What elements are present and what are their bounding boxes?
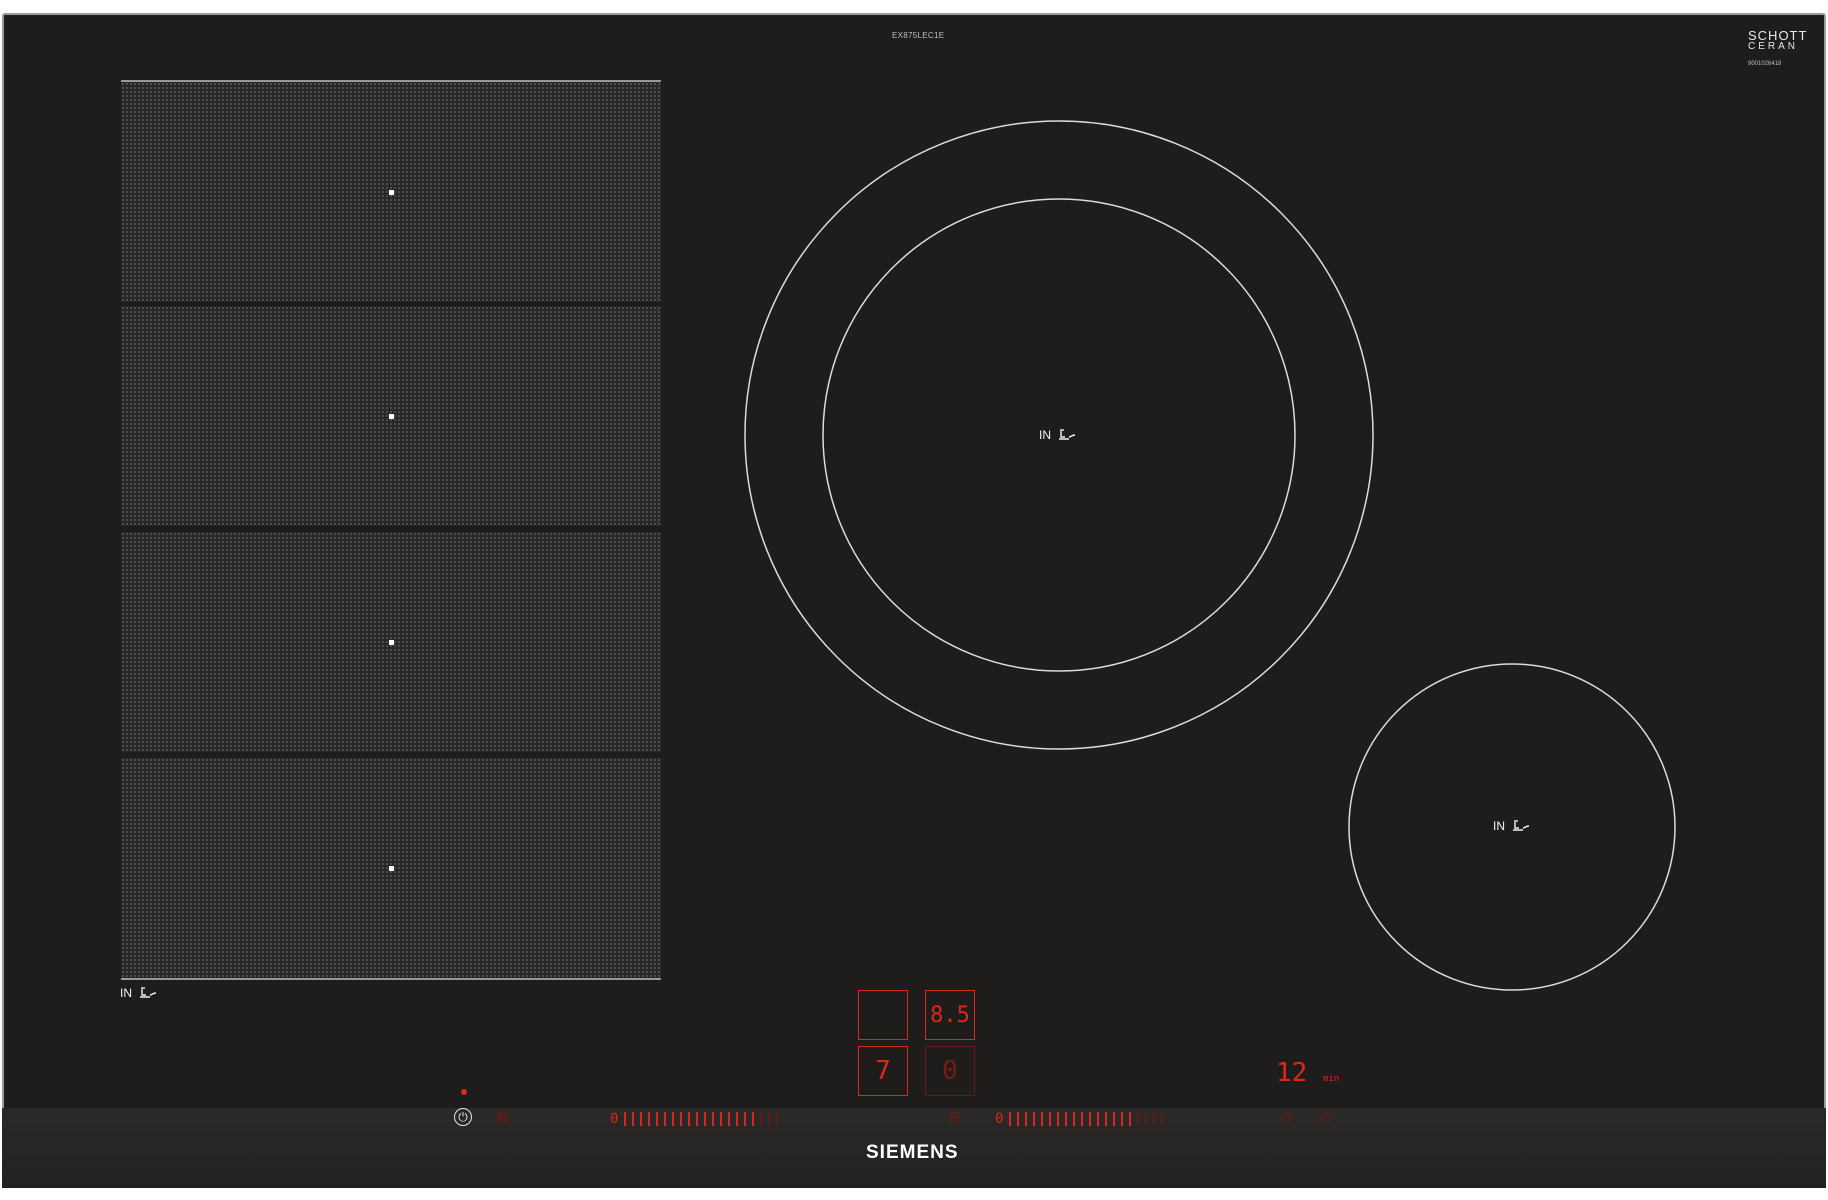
slider-tick bbox=[672, 1112, 675, 1126]
slider-tick bbox=[752, 1112, 755, 1126]
power-display-bottom-right: 0 bbox=[925, 1046, 975, 1096]
slider-tick bbox=[1057, 1112, 1060, 1126]
slider-tick bbox=[712, 1112, 715, 1126]
slider-tick bbox=[1009, 1112, 1012, 1126]
clock-icon[interactable]: ◴ bbox=[1320, 1108, 1333, 1126]
timer-icon[interactable]: ◷ bbox=[1280, 1108, 1293, 1126]
slider-tick bbox=[640, 1112, 643, 1126]
left-power-slider[interactable]: 0 bbox=[610, 1110, 779, 1128]
slider-tick bbox=[624, 1112, 627, 1126]
slider-tick bbox=[1049, 1112, 1052, 1126]
power-display-top-left bbox=[858, 990, 908, 1040]
slider-tick bbox=[1121, 1112, 1124, 1126]
slider-tick bbox=[1161, 1112, 1164, 1126]
power-button[interactable]: ⏻ bbox=[454, 1108, 472, 1126]
power-display-top-right: 8.5 bbox=[925, 990, 975, 1040]
slider-tick bbox=[1017, 1112, 1020, 1126]
slider-start-label: 0 bbox=[995, 1111, 1004, 1127]
slider-tick bbox=[656, 1112, 659, 1126]
slider-tick bbox=[776, 1112, 779, 1126]
brand-logo: SIEMENS bbox=[866, 1142, 959, 1163]
right-power-slider[interactable]: 0 bbox=[995, 1110, 1164, 1128]
slider-tick bbox=[736, 1112, 739, 1126]
induction-pot-icon bbox=[1513, 820, 1530, 831]
slider-tick bbox=[1073, 1112, 1076, 1126]
zone-select-icon[interactable]: ⊞ bbox=[948, 1108, 961, 1126]
slider-tick bbox=[720, 1112, 723, 1126]
slider-tick bbox=[1137, 1112, 1140, 1126]
slider-tick bbox=[728, 1112, 731, 1126]
timer-display: 12 min bbox=[1276, 1058, 1340, 1088]
slider-tick bbox=[648, 1112, 651, 1126]
slider-tick bbox=[1065, 1112, 1068, 1126]
slider-tick bbox=[768, 1112, 771, 1126]
slider-start-label: 0 bbox=[610, 1111, 619, 1127]
slider-tick bbox=[664, 1112, 667, 1126]
cooking-zone-outlines bbox=[744, 120, 1676, 991]
slider-tick bbox=[760, 1112, 763, 1126]
large-zone-label: IN bbox=[1039, 428, 1077, 442]
slider-tick bbox=[1097, 1112, 1100, 1126]
power-display-bottom-left: 7 bbox=[858, 1046, 908, 1096]
slider-tick bbox=[1145, 1112, 1148, 1126]
slider-tick bbox=[704, 1112, 707, 1126]
slider-tick bbox=[1105, 1112, 1108, 1126]
slider-tick bbox=[744, 1112, 747, 1126]
slider-tick bbox=[632, 1112, 635, 1126]
slider-tick bbox=[1033, 1112, 1036, 1126]
slider-tick bbox=[1041, 1112, 1044, 1126]
slider-tick bbox=[1081, 1112, 1084, 1126]
slider-tick bbox=[1153, 1112, 1156, 1126]
child-lock-icon[interactable]: ⊠ bbox=[496, 1108, 509, 1126]
slider-tick bbox=[1025, 1112, 1028, 1126]
power-indicator-led bbox=[461, 1089, 467, 1095]
slider-tick bbox=[1089, 1112, 1092, 1126]
small-zone-label: IN bbox=[1493, 819, 1531, 833]
slider-tick bbox=[680, 1112, 683, 1126]
slider-tick bbox=[1113, 1112, 1116, 1126]
slider-tick bbox=[688, 1112, 691, 1126]
slider-tick bbox=[696, 1112, 699, 1126]
induction-pot-icon bbox=[1059, 429, 1076, 440]
slider-tick bbox=[1129, 1112, 1132, 1126]
